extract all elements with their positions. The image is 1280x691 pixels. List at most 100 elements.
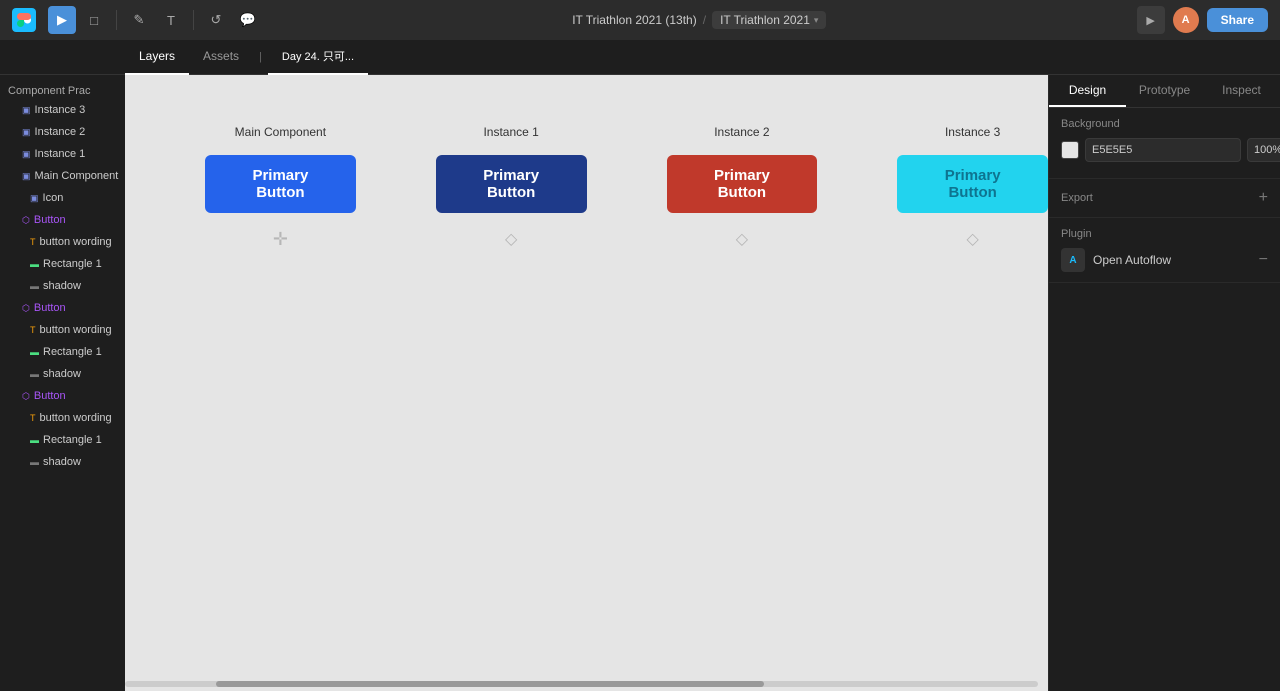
plugin-section: Plugin A Open Autoflow − bbox=[1049, 218, 1280, 283]
frame-icon: ▣ bbox=[30, 193, 39, 204]
shadow-icon: ▬ bbox=[30, 369, 39, 379]
sidebar-item-instance2[interactable]: ▣ Instance 2 bbox=[0, 121, 125, 143]
toolbar-right: ▶ A Share bbox=[1137, 6, 1268, 34]
sidebar-item-instance3[interactable]: ▣ Instance 3 bbox=[0, 99, 125, 121]
share-button[interactable]: Share bbox=[1207, 8, 1268, 32]
breadcrumb: IT Triathlon 2021 (13th) / IT Triathlon … bbox=[270, 11, 1129, 29]
sidebar-item-shadow3[interactable]: ▬ shadow bbox=[0, 451, 125, 473]
sidebar-item-instance1[interactable]: ▣ Instance 1 bbox=[0, 143, 125, 165]
tool-group: ▶ □ ✎ T ↺ 💬 bbox=[48, 6, 262, 34]
tab-page[interactable]: Day 24. 只可... bbox=[268, 40, 368, 75]
sidebar-item-button3[interactable]: ⬡ Button bbox=[0, 385, 125, 407]
text-icon: T bbox=[30, 413, 36, 423]
primary-button-instance1[interactable]: Primary Button bbox=[436, 155, 587, 213]
background-label: Background bbox=[1061, 118, 1268, 130]
toolbar: ▶ □ ✎ T ↺ 💬 IT Triathlon 2021 (13th) / I… bbox=[0, 0, 1280, 40]
background-row: + bbox=[1061, 138, 1268, 162]
sidebar-label-main-component: Main Component bbox=[35, 170, 119, 182]
tab-assets[interactable]: Assets bbox=[189, 40, 253, 75]
sidebar-label-bw3: button wording bbox=[40, 412, 112, 424]
sidebar-item-icon[interactable]: ▣ Icon bbox=[0, 187, 125, 209]
sidebar-label-rect1-3: Rectangle 1 bbox=[43, 434, 102, 446]
sidebar-item-shadow1[interactable]: ▬ shadow bbox=[0, 275, 125, 297]
export-label: Export bbox=[1061, 192, 1093, 204]
text-icon: T bbox=[30, 237, 36, 247]
component-icon: ⬡ bbox=[22, 215, 30, 226]
right-tab-inspect[interactable]: Inspect bbox=[1203, 75, 1280, 107]
chevron-down-icon: ▾ bbox=[814, 15, 819, 26]
component-label-instance2: Instance 2 bbox=[714, 125, 769, 139]
comment-tool[interactable]: 💬 bbox=[234, 6, 262, 34]
sidebar-item-button-wording2[interactable]: T button wording bbox=[0, 319, 125, 341]
right-tab-prototype[interactable]: Prototype bbox=[1126, 75, 1203, 107]
diamond-icon-3: ◇ bbox=[966, 229, 978, 249]
diamond-icon: ◇ bbox=[505, 229, 517, 249]
background-color-input[interactable] bbox=[1085, 138, 1241, 162]
sidebar-item-main-component[interactable]: ▣ Main Component bbox=[0, 165, 125, 187]
right-panel-tabs: Design Prototype Inspect bbox=[1049, 75, 1280, 108]
sidebar-label-shadow2: shadow bbox=[43, 368, 81, 380]
primary-button-main[interactable]: Primary Button bbox=[205, 155, 356, 213]
breadcrumb-parent: IT Triathlon 2021 (13th) bbox=[572, 13, 697, 27]
frame-tool[interactable]: □ bbox=[80, 6, 108, 34]
rect-icon: ▬ bbox=[30, 259, 39, 269]
background-color-swatch[interactable] bbox=[1061, 141, 1079, 159]
sidebar-label-instance3: Instance 3 bbox=[35, 104, 86, 116]
sidebar-item-button2[interactable]: ⬡ Button bbox=[0, 297, 125, 319]
sidebar-item-button-wording3[interactable]: T button wording bbox=[0, 407, 125, 429]
sidebar: Component Prac ▣ Instance 3 ▣ Instance 2… bbox=[0, 75, 125, 691]
sidebar-item-rect1-3[interactable]: ▬ Rectangle 1 bbox=[0, 429, 125, 451]
sidebar-label-button1: Button bbox=[34, 214, 66, 226]
breadcrumb-sep: / bbox=[703, 13, 706, 27]
tool-divider-2 bbox=[193, 10, 194, 30]
sidebar-section-header: Component Prac bbox=[0, 81, 125, 99]
sidebar-label-icon: Icon bbox=[43, 192, 64, 204]
tab-layers[interactable]: Layers bbox=[125, 40, 189, 75]
current-page-label: IT Triathlon 2021 bbox=[720, 13, 810, 27]
background-opacity-input[interactable] bbox=[1247, 138, 1280, 162]
sidebar-title: Component Prac bbox=[8, 85, 91, 97]
component-instance3: Instance 3 Primary Button ◇ bbox=[897, 125, 1048, 249]
sidebar-item-button-wording1[interactable]: T button wording bbox=[0, 231, 125, 253]
scrollbar-thumb[interactable] bbox=[216, 681, 764, 687]
horizontal-scrollbar[interactable] bbox=[125, 681, 1038, 687]
breadcrumb-current-page[interactable]: IT Triathlon 2021 ▾ bbox=[712, 11, 826, 29]
component-label-instance3: Instance 3 bbox=[945, 125, 1000, 139]
component-main: Main Component Primary Button ✛ bbox=[205, 125, 356, 250]
main-layout: Component Prac ▣ Instance 3 ▣ Instance 2… bbox=[0, 75, 1280, 691]
move-tool[interactable]: ▶ bbox=[48, 6, 76, 34]
add-export-button[interactable]: + bbox=[1259, 189, 1268, 207]
plugin-row: A Open Autoflow − bbox=[1061, 248, 1268, 272]
component-label-instance1: Instance 1 bbox=[483, 125, 538, 139]
tool-divider bbox=[116, 10, 117, 30]
frame-icon: ▣ bbox=[22, 127, 31, 138]
primary-button-instance2[interactable]: Primary Button bbox=[667, 155, 818, 213]
sidebar-item-rect1-2[interactable]: ▬ Rectangle 1 bbox=[0, 341, 125, 363]
present-button[interactable]: ▶ bbox=[1137, 6, 1165, 34]
sidebar-item-button1[interactable]: ⬡ Button bbox=[0, 209, 125, 231]
component-instance1: Instance 1 Primary Button ◇ bbox=[436, 125, 587, 249]
rect-icon: ▬ bbox=[30, 435, 39, 445]
hand-tool[interactable]: ↺ bbox=[202, 6, 230, 34]
text-icon: T bbox=[30, 325, 36, 335]
sidebar-label-shadow1: shadow bbox=[43, 280, 81, 292]
tab-bar: Layers Assets | Day 24. 只可... bbox=[0, 40, 1280, 75]
right-tab-design[interactable]: Design bbox=[1049, 75, 1126, 107]
sidebar-item-rect1-1[interactable]: ▬ Rectangle 1 bbox=[0, 253, 125, 275]
crosshair-icon: ✛ bbox=[273, 229, 288, 250]
sidebar-label-instance1: Instance 1 bbox=[35, 148, 86, 160]
component-icon: ⬡ bbox=[22, 391, 30, 402]
remove-plugin-button[interactable]: − bbox=[1259, 251, 1268, 269]
primary-button-instance3[interactable]: Primary Button bbox=[897, 155, 1048, 213]
right-panel: Design Prototype Inspect Background + Ex… bbox=[1048, 75, 1280, 691]
plugin-name[interactable]: Open Autoflow bbox=[1093, 253, 1251, 267]
sidebar-label-bw2: button wording bbox=[40, 324, 112, 336]
sidebar-item-shadow2[interactable]: ▬ shadow bbox=[0, 363, 125, 385]
text-tool[interactable]: T bbox=[157, 6, 185, 34]
sidebar-label-bw1: button wording bbox=[40, 236, 112, 248]
pen-tool[interactable]: ✎ bbox=[125, 6, 153, 34]
component-label-main: Main Component bbox=[235, 125, 326, 139]
figma-logo[interactable] bbox=[12, 8, 36, 32]
avatar: A bbox=[1173, 7, 1199, 33]
sidebar-label-shadow3: shadow bbox=[43, 456, 81, 468]
